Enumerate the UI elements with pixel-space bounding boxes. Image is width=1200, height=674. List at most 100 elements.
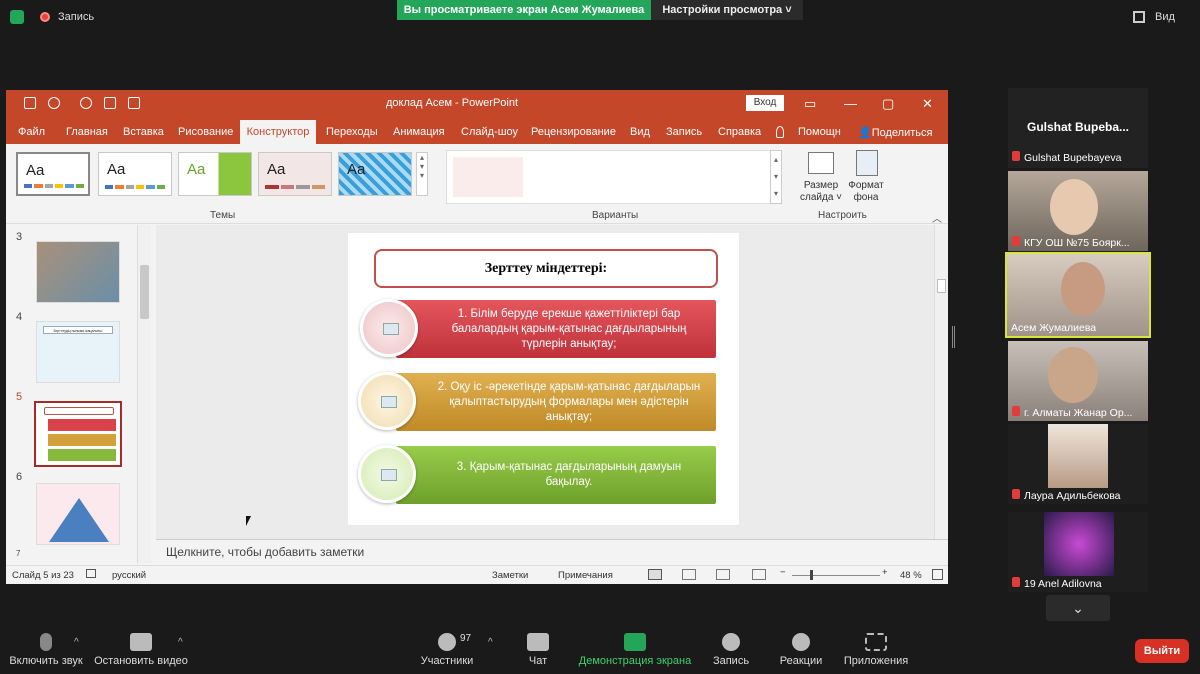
maximize-icon[interactable]: ▢: [882, 96, 894, 112]
participant-name: КГУ ОШ №75 Боярк...: [1024, 237, 1130, 249]
participant-name: Gulshat Bupebayeva: [1024, 152, 1122, 164]
reading-view-icon[interactable]: [716, 569, 730, 580]
variants-scroll[interactable]: ▴ ▾ ▾: [770, 150, 782, 204]
theme-2[interactable]: Aa: [98, 152, 172, 196]
theme-5[interactable]: Aa: [338, 152, 412, 196]
current-slide[interactable]: Зерттеу міндеттері: 1. Білім беруде ерек…: [348, 233, 739, 525]
fit-to-window-icon[interactable]: [932, 569, 943, 580]
theme-3[interactable]: Aa: [178, 152, 252, 196]
group-variants-label: Варианты: [592, 210, 639, 221]
undo-icon[interactable]: [48, 97, 60, 109]
view-grid-icon[interactable]: [1133, 11, 1145, 23]
tab-draw[interactable]: Рисование: [178, 126, 233, 138]
slide-size-icon[interactable]: [808, 152, 834, 174]
tab-view[interactable]: Вид: [630, 126, 650, 138]
slide-thumb-5-selected[interactable]: [34, 401, 122, 467]
participant-tile-1[interactable]: Gulshat Bupebayeva: [1008, 148, 1148, 168]
themes-scroll[interactable]: ▴ ▾ ▾: [416, 152, 428, 196]
thumb-number: 7: [16, 549, 21, 558]
redo-icon[interactable]: [80, 97, 92, 109]
tab-file[interactable]: Файл: [18, 126, 45, 138]
audio-options-chevron-icon[interactable]: ^: [74, 637, 79, 648]
video-options-chevron-icon[interactable]: ^: [178, 637, 183, 648]
slide-size-button[interactable]: Размер слайда ˅: [798, 180, 844, 204]
zoom-out-icon[interactable]: −: [780, 567, 786, 578]
slide-sorter-icon[interactable]: [682, 569, 696, 580]
format-background-icon[interactable]: [856, 150, 878, 176]
minimize-icon[interactable]: —: [844, 96, 857, 111]
picture-placeholder-icon: [381, 396, 397, 408]
view-button[interactable]: Вид: [1155, 11, 1175, 23]
apps-button[interactable]: Приложения: [840, 625, 912, 667]
participants-button[interactable]: Участники: [418, 625, 476, 667]
task-box-1[interactable]: 1. Білім беруде ерекше қажеттіліктері ба…: [396, 300, 716, 358]
document-title: доклад Асем - PowerPoint: [386, 97, 519, 109]
chat-label: Чат: [528, 655, 548, 667]
participant-tile-6[interactable]: 19 Anel Adilovna: [1008, 512, 1148, 592]
reactions-button[interactable]: Реакции: [776, 625, 826, 667]
task-box-3[interactable]: 3. Қарым-қатынас дағдыларының дамуын бақ…: [396, 446, 716, 504]
stop-video-button[interactable]: Остановить видео: [94, 625, 188, 667]
close-icon[interactable]: ✕: [922, 96, 933, 112]
variant-1[interactable]: [453, 157, 523, 197]
tab-slideshow[interactable]: Слайд-шоу: [461, 126, 518, 138]
zoom-level[interactable]: 48 %: [900, 570, 922, 581]
tab-record[interactable]: Запись: [666, 126, 702, 138]
leave-button[interactable]: Выйти: [1135, 639, 1189, 663]
tab-animations[interactable]: Анимация: [393, 126, 445, 138]
notes-pane[interactable]: Щелкните, чтобы добавить заметки: [156, 539, 948, 565]
notes-button[interactable]: Заметки: [492, 570, 528, 581]
reactions-label: Реакции: [779, 655, 823, 667]
touch-mode-icon[interactable]: [128, 97, 140, 109]
tab-design[interactable]: Конструктор: [240, 120, 316, 144]
accessibility-icon[interactable]: [86, 569, 96, 578]
tab-review[interactable]: Рецензирование: [531, 126, 616, 138]
mic-muted-icon: [1012, 577, 1020, 587]
share-screen-button[interactable]: Демонстрация экрана: [578, 625, 692, 667]
collapse-ribbon-icon[interactable]: ︿: [932, 210, 942, 225]
security-shield-icon[interactable]: [10, 10, 24, 24]
zoom-slider-thumb[interactable]: [810, 570, 813, 580]
theme-office[interactable]: Aa: [16, 152, 90, 196]
smiley-icon: [792, 633, 810, 651]
present-icon[interactable]: [104, 97, 116, 109]
normal-view-icon[interactable]: [648, 569, 662, 580]
slideshow-icon[interactable]: [752, 569, 766, 580]
participant-tile-2[interactable]: КГУ ОШ №75 Боярк...: [1008, 171, 1148, 251]
record-button[interactable]: Запись: [708, 625, 754, 667]
tab-tell-me[interactable]: Помощн: [798, 126, 841, 138]
tab-transitions[interactable]: Переходы: [326, 126, 378, 138]
slide-thumb-3[interactable]: [36, 241, 120, 303]
format-background-button[interactable]: Формат фона: [844, 180, 888, 204]
language-label[interactable]: русский: [112, 570, 146, 581]
participant-video: [1050, 179, 1098, 235]
unmute-button[interactable]: Включить звук: [8, 625, 84, 667]
more-participants-chevron-down-icon[interactable]: ⌄: [1046, 595, 1110, 621]
view-settings-dropdown[interactable]: Настройки просмотра ˅: [651, 0, 803, 20]
theme-4[interactable]: Aa: [258, 152, 332, 196]
zoom-slider[interactable]: [792, 575, 880, 576]
slide-thumb-4[interactable]: Зерттеудің ғылыми жаңалығы:: [36, 321, 120, 383]
participant-tile-4[interactable]: г. Алматы Жанар Ор...: [1008, 341, 1148, 421]
share-button[interactable]: 👤Поделиться: [858, 126, 932, 139]
tab-help[interactable]: Справка: [718, 126, 761, 138]
task-box-2[interactable]: 2. Оқу іс -әрекетінде қарым-қатынас дағд…: [396, 373, 716, 431]
participant-tile-active-speaker[interactable]: Асем Жумалиева: [1005, 252, 1151, 338]
ribbon-display-icon[interactable]: ▭: [804, 96, 816, 112]
tab-home[interactable]: Главная: [66, 126, 108, 138]
participant-tile-5[interactable]: Лаура Адильбекова: [1008, 424, 1148, 504]
save-icon[interactable]: [24, 97, 36, 109]
thumbnails-scrollbar[interactable]: [137, 225, 151, 563]
slide-scrollbar[interactable]: [934, 225, 948, 539]
zoom-in-icon[interactable]: +: [882, 567, 888, 578]
slide-thumb-6[interactable]: [36, 483, 120, 545]
slide-title[interactable]: Зерттеу міндеттері:: [374, 249, 718, 288]
panel-resize-handle[interactable]: [952, 326, 955, 348]
tab-insert[interactable]: Вставка: [123, 126, 164, 138]
chat-button[interactable]: Чат: [520, 625, 556, 667]
comments-button[interactable]: Примечания: [558, 570, 613, 581]
participants-chevron-icon[interactable]: ^: [488, 637, 493, 648]
ribbon-design: Aa Aa Aa Aa Aa ▴ ▾ ▾ ▴ ▾ ▾ Темы Варианты Нас…: [6, 144, 948, 225]
sign-in-button[interactable]: Вход: [746, 95, 784, 111]
mic-muted-icon: [1012, 236, 1020, 246]
